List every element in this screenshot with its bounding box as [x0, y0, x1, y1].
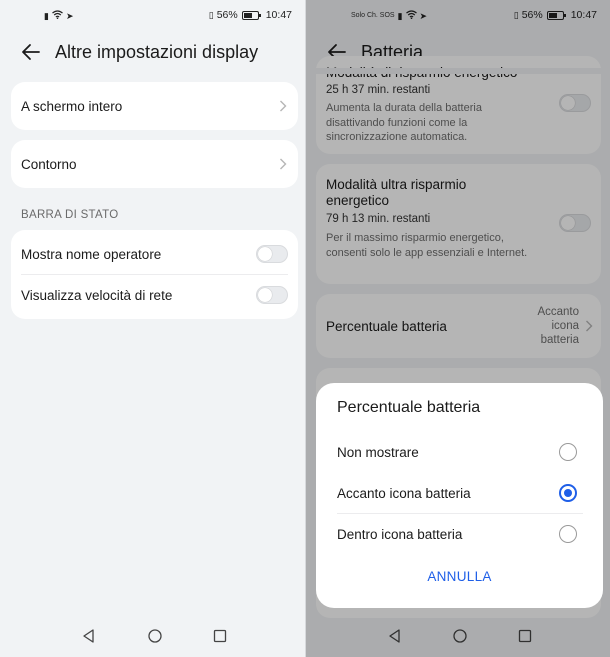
navigation-bar — [0, 621, 305, 657]
fullscreen-label: A schermo intero — [21, 99, 123, 114]
notch-item[interactable]: Contorno — [11, 140, 298, 188]
battery-settings-screen: Solo Ch. SOS ▮ ➤ ▯ 56% 10:47 Batteria Mo… — [306, 0, 610, 657]
display-settings-screen: ▮ ➤ ▯ 56% 10:47 Altre impostazioni displ… — [0, 0, 305, 657]
nav-home-icon[interactable] — [146, 627, 164, 645]
top-app-bar: Altre impostazioni display — [0, 35, 305, 69]
option-next-to-icon-label[interactable]: Accanto icona batteria — [337, 486, 471, 501]
battery-percentage-dialog: Percentuale batteria Non mostrare Accant… — [316, 383, 603, 608]
back-arrow-icon[interactable] — [20, 41, 42, 63]
notification-icon: ▮ — [44, 10, 49, 21]
status-bar: ▮ ➤ ▯ 56% 10:47 — [0, 0, 305, 30]
vibrate-icon: ▯ — [208, 10, 214, 20]
option-hide-radio[interactable] — [559, 443, 577, 461]
wifi-icon — [52, 10, 63, 21]
nav-recents-icon[interactable] — [211, 627, 229, 645]
battery-icon — [241, 10, 261, 20]
show-carrier-name-label: Mostra nome operatore — [21, 247, 162, 262]
send-icon: ➤ — [65, 10, 74, 21]
cancel-button[interactable]: ANNULLA — [316, 569, 603, 584]
option-inside-icon-label[interactable]: Dentro icona batteria — [337, 527, 462, 542]
show-carrier-name-toggle[interactable] — [256, 245, 288, 263]
notch-label: Contorno — [21, 157, 77, 172]
chevron-right-icon — [280, 158, 287, 170]
divider — [21, 274, 288, 275]
divider — [337, 513, 583, 514]
option-hide-label[interactable]: Non mostrare — [337, 445, 419, 460]
fullscreen-item[interactable]: A schermo intero — [11, 82, 298, 130]
status-bar-settings-card: Mostra nome operatore Visualizza velocit… — [11, 230, 298, 319]
page-title: Altre impostazioni display — [55, 42, 259, 62]
nav-back-icon[interactable] — [80, 627, 98, 645]
network-speed-toggle[interactable] — [256, 286, 288, 304]
clock: 10:47 — [265, 9, 292, 21]
network-speed-label: Visualizza velocità di rete — [21, 288, 173, 303]
option-inside-icon-radio[interactable] — [559, 525, 577, 543]
section-title-status-bar: BARRA DI STATO — [21, 209, 119, 221]
chevron-right-icon — [280, 100, 287, 112]
dialog-title: Percentuale batteria — [337, 399, 481, 416]
battery-percent: 56% — [216, 9, 238, 21]
option-next-to-icon-radio[interactable] — [559, 484, 577, 502]
